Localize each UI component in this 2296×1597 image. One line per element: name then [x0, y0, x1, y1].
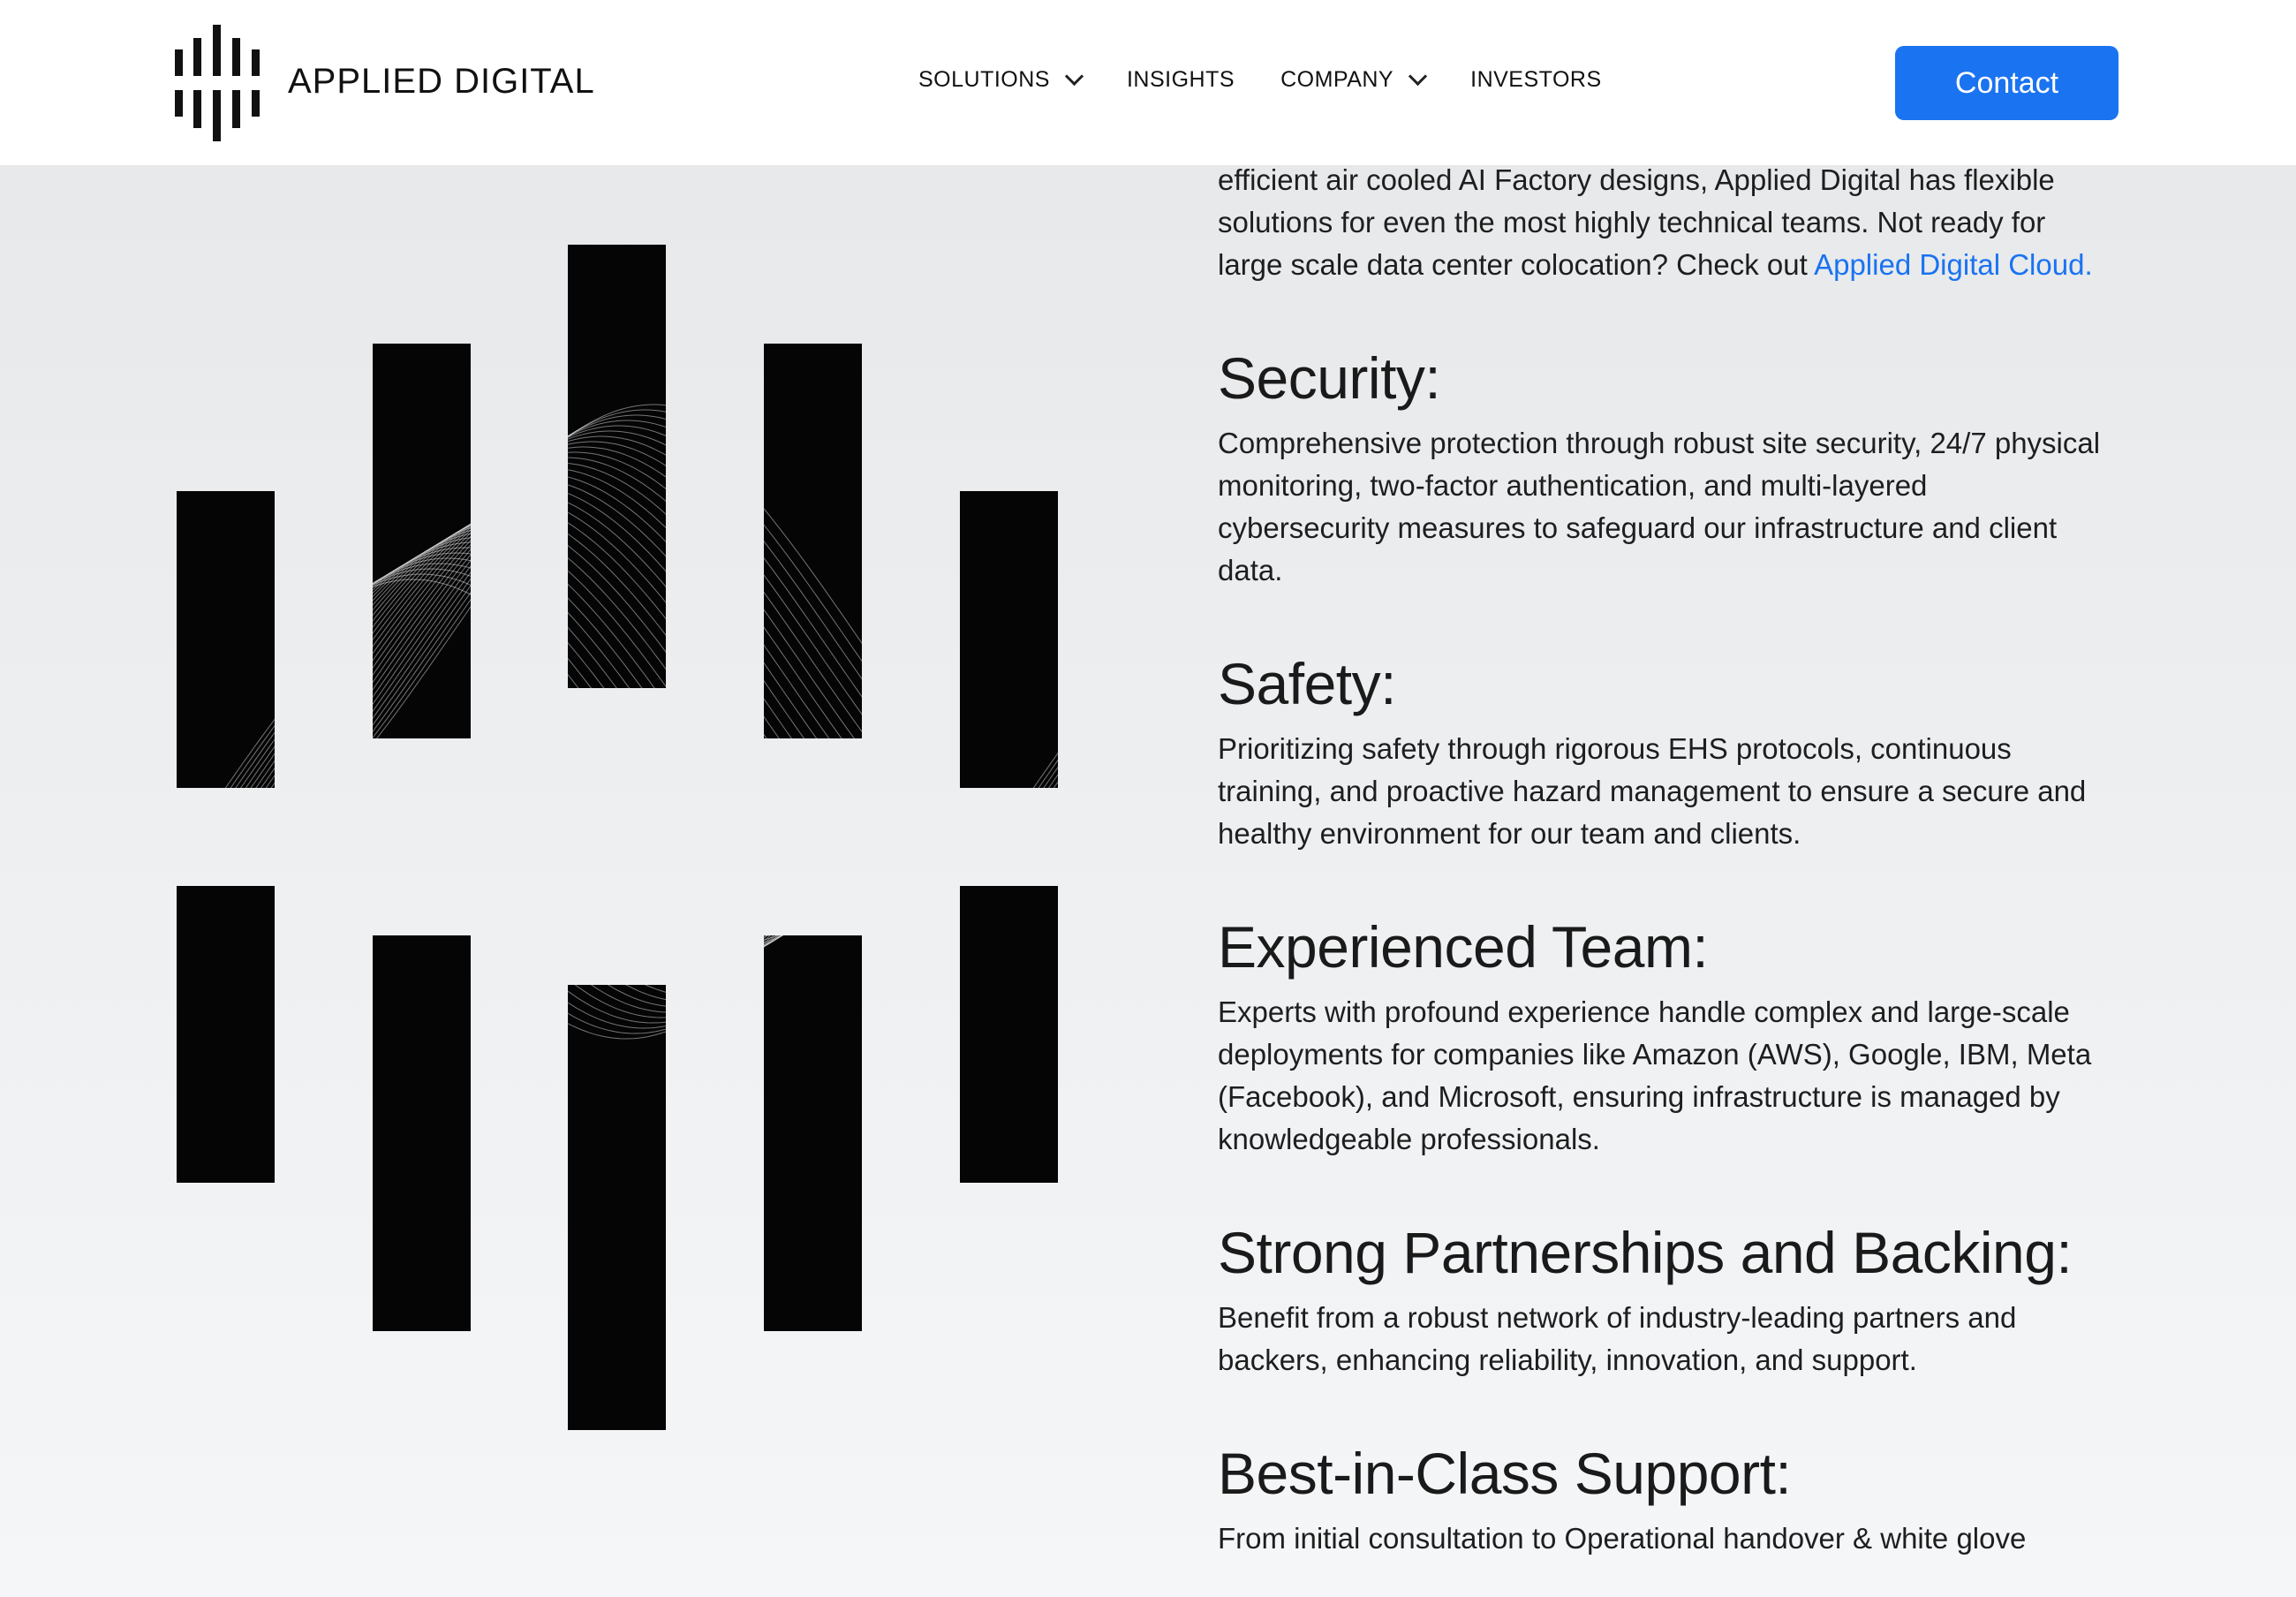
intro-line: large scale data center colocation? Chec…	[1218, 248, 1815, 281]
section-line: Benefit from a robust network of industr…	[1218, 1301, 2017, 1334]
wave-texture	[568, 985, 666, 1040]
section-line: backers, enhancing reliability, innovati…	[1218, 1343, 1917, 1376]
bar-bottom-4	[764, 935, 862, 1331]
section-title-support: Best-in-Class Support:	[1218, 1441, 1792, 1506]
nav-insights-label: INSIGHTS	[1126, 67, 1235, 92]
chevron-down-icon	[1064, 66, 1084, 87]
section-line: deployments for companies like Amazon (A…	[1218, 1038, 2092, 1071]
wave-texture	[373, 523, 471, 738]
site-header: APPLIED DIGITAL SOLUTIONS INSIGHTS COMPA…	[0, 0, 2296, 165]
section-line: Comprehensive protection through robust …	[1218, 427, 2101, 459]
nav-solutions-label: SOLUTIONS	[918, 67, 1050, 92]
section-line: training, and proactive hazard managemen…	[1218, 775, 2087, 807]
main-content: efficient air cooled AI Factory designs,…	[1218, 159, 2136, 1560]
brand-name: APPLIED DIGITAL	[288, 62, 595, 101]
section-line: monitoring, two-factor authentication, a…	[1218, 469, 1928, 502]
wave-texture	[960, 886, 1058, 1183]
brand-logo[interactable]: APPLIED DIGITAL	[175, 25, 594, 141]
wave-texture	[224, 718, 275, 788]
nav-investors[interactable]: INVESTORS	[1470, 67, 1602, 93]
section-line: knowledgeable professionals.	[1218, 1123, 1600, 1155]
wave-texture	[177, 886, 275, 1183]
section-line: (Facebook), and Microsoft, ensuring infr…	[1218, 1080, 2060, 1113]
wave-texture	[568, 404, 666, 688]
chevron-down-icon	[1409, 66, 1428, 87]
intro-line: solutions for even the most highly techn…	[1218, 206, 2046, 238]
section-body-support: From initial consultation to Operational…	[1218, 1518, 2136, 1560]
section-line: cybersecurity measures to safeguard our …	[1218, 511, 2058, 544]
nav-insights[interactable]: INSIGHTS	[1127, 67, 1235, 93]
section-title-security: Security:	[1218, 345, 1441, 411]
section-title-partnerships: Strong Partnerships and Backing:	[1218, 1220, 2073, 1285]
section-body-security: Comprehensive protection through robust …	[1218, 422, 2136, 592]
bar-bottom-1	[177, 886, 275, 1183]
logo-icon	[175, 25, 263, 141]
wave-texture	[373, 935, 471, 1331]
section-line: From initial consultation to Operational…	[1218, 1522, 2027, 1555]
nav-company-label: COMPANY	[1280, 67, 1394, 92]
wave-texture	[764, 508, 862, 738]
wave-texture	[764, 935, 784, 948]
section-title-experienced-team: Experienced Team:	[1218, 914, 1709, 980]
section-line: Experts with profound experience handle …	[1218, 995, 2070, 1028]
wave-texture	[1032, 752, 1058, 788]
section-body-partnerships: Benefit from a robust network of industr…	[1218, 1297, 2136, 1381]
contact-button[interactable]: Contact	[1895, 46, 2119, 120]
bar-top-4	[764, 344, 862, 738]
bar-bottom-5	[960, 886, 1058, 1183]
section-line: data.	[1218, 554, 1283, 587]
nav-solutions[interactable]: SOLUTIONS	[918, 66, 1084, 93]
section-body-safety: Prioritizing safety through rigorous EHS…	[1218, 728, 2136, 855]
section-title-safety: Safety:	[1218, 651, 1396, 716]
applied-digital-cloud-link[interactable]: Applied Digital Cloud.	[1814, 248, 2093, 281]
bar-top-2	[373, 344, 471, 738]
main-nav: SOLUTIONS INSIGHTS COMPANY INVESTORS	[918, 66, 1648, 93]
bar-bottom-2	[373, 935, 471, 1331]
nav-company[interactable]: COMPANY	[1280, 66, 1428, 93]
bar-top-1	[177, 491, 275, 788]
bar-top-5	[960, 491, 1058, 788]
section-line: healthy environment for our team and cli…	[1218, 817, 1801, 850]
bar-top-3	[568, 245, 666, 688]
intro-line: efficient air cooled AI Factory designs,…	[1218, 163, 2055, 196]
nav-investors-label: INVESTORS	[1470, 67, 1602, 92]
hero-bars-illustration	[0, 0, 1148, 1597]
bar-bottom-3	[568, 985, 666, 1430]
intro-paragraph: efficient air cooled AI Factory designs,…	[1218, 159, 2136, 286]
section-body-experienced-team: Experts with profound experience handle …	[1218, 991, 2136, 1161]
section-line: Prioritizing safety through rigorous EHS…	[1218, 732, 2012, 765]
